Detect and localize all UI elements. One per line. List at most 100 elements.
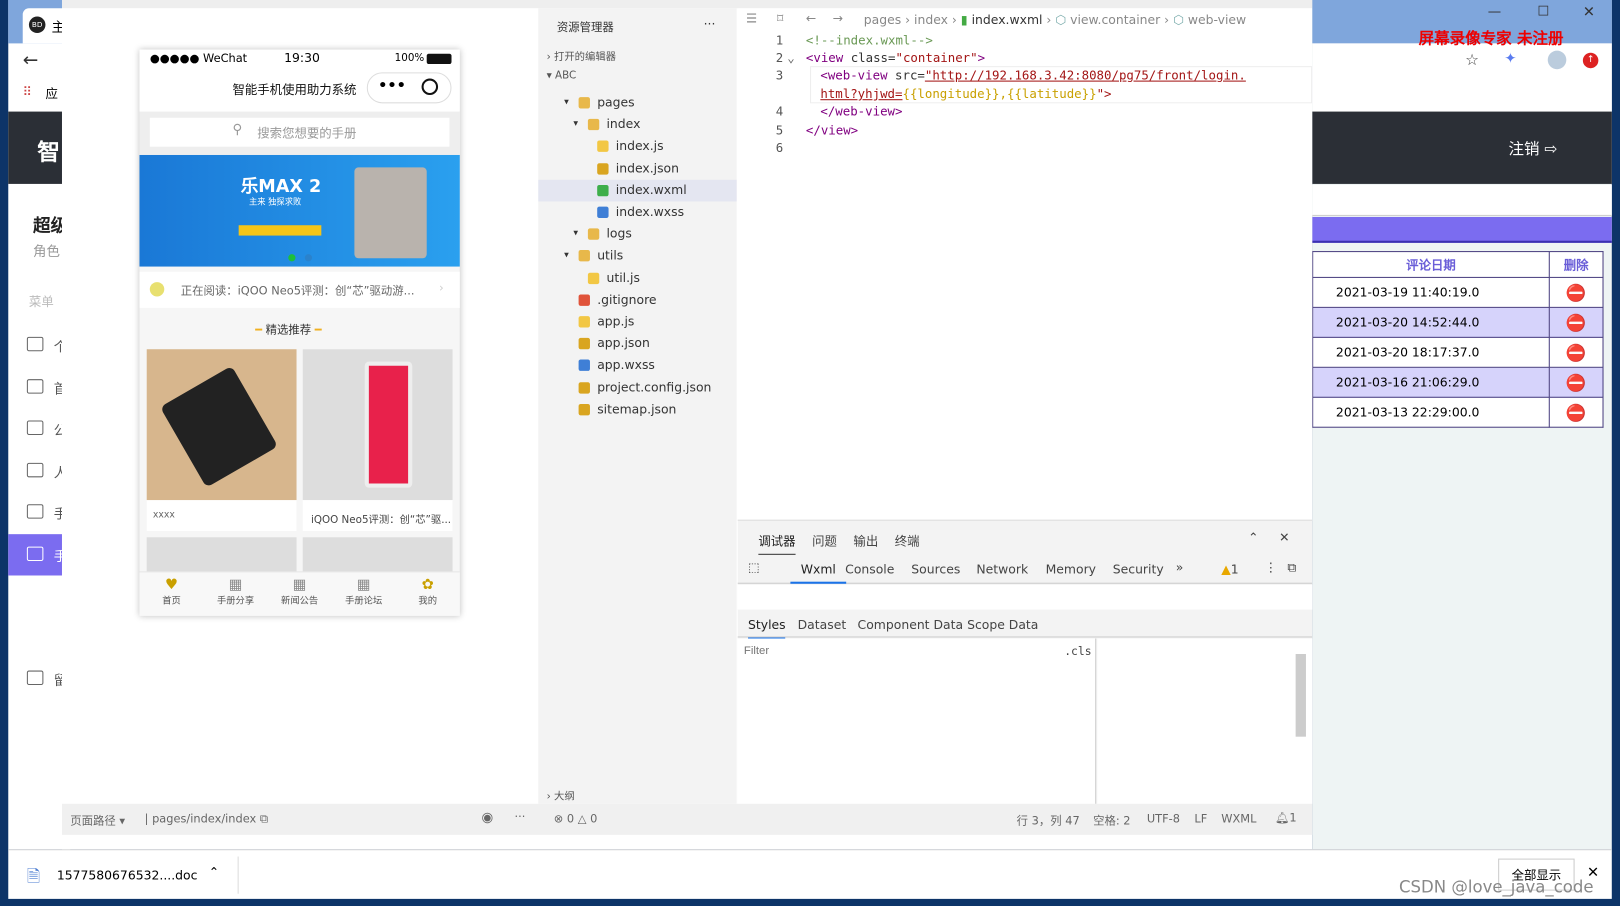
inspect-icon[interactable]: ⬚ (748, 560, 760, 574)
download-item[interactable]: 1577580676532....doc (57, 868, 198, 882)
banner[interactable]: 乐MAX 2 主来 独探求败 (139, 154, 460, 267)
code-editor[interactable]: ☰ ⌑ ← → pages › index › ▮ index.wxml › ⬡… (737, 8, 1313, 520)
bell-icon[interactable]: 🔔︎1 (1275, 811, 1297, 824)
tab-console[interactable]: Console (845, 562, 894, 576)
warning-badge[interactable]: ▲1 (1221, 562, 1238, 576)
carousel-dot[interactable] (288, 254, 296, 262)
extension-icon[interactable]: ✦ (1504, 51, 1516, 68)
carousel-dot[interactable] (304, 254, 313, 262)
tab-home[interactable]: ♥ 首页 (139, 577, 203, 607)
search-input[interactable]: ⚲ 搜索您想要的手册 (149, 117, 450, 147)
more-icon[interactable]: ••• (378, 77, 406, 94)
close-miniprogram-icon[interactable] (421, 78, 439, 96)
tab-network[interactable]: Network (976, 562, 1028, 576)
js-icon (587, 272, 600, 284)
tree-item-json[interactable]: index.json (538, 158, 736, 180)
card[interactable]: iQOO Neo5评测：创“芯”驱... (302, 349, 453, 532)
wxml-icon (597, 184, 609, 197)
kebab-icon[interactable]: ⋮ (1265, 560, 1277, 574)
tab-styles[interactable]: Styles (748, 618, 786, 640)
close-icon[interactable]: ✕ (1279, 530, 1289, 544)
tab-sources[interactable]: Sources (911, 562, 960, 576)
scrollbar[interactable] (1295, 654, 1306, 737)
collapse-icon[interactable]: ⌃ (1248, 530, 1258, 544)
tree-item-git[interactable]: .gitignore (538, 289, 736, 311)
tab-dataset[interactable]: Dataset (798, 618, 847, 632)
back-icon[interactable]: ← (23, 50, 39, 72)
avatar[interactable] (1547, 50, 1567, 70)
tree-item-wxss[interactable]: app.wxss (538, 355, 736, 377)
tab-share[interactable]: ▦ 手册分享 (204, 577, 268, 607)
tab-component-data[interactable]: Component Data (858, 618, 964, 632)
reading-bar[interactable]: 正在阅读：iQOO Neo5评测：创“芯”驱动游... › (139, 271, 460, 308)
chevron-up-icon[interactable]: ⌃ (209, 865, 219, 879)
tab-memory[interactable]: Memory (1046, 562, 1096, 576)
undock-icon[interactable]: ⧉ (1287, 560, 1296, 575)
outline-section[interactable]: › 大纲 (547, 787, 575, 802)
delete-icon[interactable]: ⛔ (1548, 396, 1604, 428)
folder-icon (578, 250, 590, 262)
page-path-dropdown[interactable]: 页面路径 ▾ (70, 812, 125, 829)
bookmark-icon[interactable]: ⌑ (777, 11, 783, 25)
more-button[interactable]: ··· (704, 17, 716, 31)
chevron-icon[interactable]: ▾ (564, 245, 569, 267)
delete-icon[interactable]: ⛔ (1548, 276, 1604, 308)
fold-chevron-icon[interactable]: ⌄ (787, 51, 794, 65)
cls-button[interactable]: .cls (1064, 645, 1091, 658)
search-icon: ⚲ (232, 121, 243, 138)
project-section[interactable]: ▾ ABC (547, 70, 577, 81)
tab-security[interactable]: Security (1113, 562, 1164, 576)
tree-item-js[interactable]: index.js (538, 136, 736, 158)
minimize-icon[interactable]: — (1488, 4, 1501, 19)
more-tabs-button[interactable]: » (1176, 560, 1184, 574)
tab-mine[interactable]: ✿ 我的 (396, 577, 460, 607)
delete-icon[interactable]: ⛔ (1548, 336, 1604, 368)
open-editors-section[interactable]: › 打开的编辑器 (547, 48, 616, 63)
outline-icon[interactable]: ☰ (746, 11, 757, 25)
styles-filter-input[interactable] (739, 640, 1052, 662)
tree-item-js[interactable]: util.js (538, 267, 736, 289)
delete-icon[interactable]: ⛔ (1548, 366, 1604, 398)
apps-icon[interactable]: ⠿ (23, 85, 32, 99)
tree-item-json[interactable]: project.config.json (538, 377, 736, 399)
simulator: ●●●●● WeChat 19:30 100% 智能手机使用助力系统 ••• ⚲… (61, 8, 539, 804)
tree-item-folder[interactable]: ▾ logs (538, 223, 736, 245)
chevron-icon[interactable]: ▾ (573, 114, 578, 136)
chevron-icon[interactable]: ▾ (573, 223, 578, 245)
table-row: 2021-03-20 18:17:37.0 ⛔ (1312, 336, 1604, 368)
tab-forum[interactable]: ▦ 手册论坛 (332, 577, 396, 607)
tree-item-wxml[interactable]: index.wxml (538, 179, 737, 202)
chevron-icon[interactable]: ▾ (564, 92, 569, 114)
tab-news[interactable]: ▦ 新闻公告 (268, 577, 332, 607)
tree-item-folder[interactable]: ▾ utils (538, 245, 736, 267)
tab-problems[interactable]: 问题 (812, 532, 837, 550)
json-icon (578, 381, 590, 394)
tree-item-folder[interactable]: ▾ index (538, 114, 736, 136)
tree-item-js[interactable]: app.js (538, 311, 736, 333)
card[interactable]: xxxx (146, 349, 297, 532)
star-icon[interactable]: ☆ (1465, 51, 1479, 70)
tab-terminal[interactable]: 终端 (895, 532, 920, 550)
tree-item-json[interactable]: sitemap.json (538, 399, 736, 421)
table-row: 2021-03-13 22:29:00.0 ⛔ (1312, 396, 1604, 428)
close-icon[interactable]: ✕ (1583, 4, 1595, 21)
preview-eye-icon[interactable]: ◉ (481, 810, 493, 825)
admin-header: 注销 ⇨ (1312, 111, 1612, 184)
card-image (302, 349, 453, 501)
tree-item-json[interactable]: app.json (538, 333, 736, 355)
tab-debugger[interactable]: 调试器 (758, 532, 796, 555)
logout-button[interactable]: 注销 ⇨ (1508, 137, 1557, 159)
delete-icon[interactable]: ⛔ (1548, 306, 1604, 338)
tab-wxml[interactable]: Wxml (790, 562, 847, 584)
problems-counter[interactable]: ⊗ 0 △ 0 (554, 812, 598, 825)
more-icon[interactable]: ··· (515, 810, 526, 823)
tree-item-folder[interactable]: ▾ pages (538, 92, 736, 114)
tab-output[interactable]: 输出 (853, 532, 878, 550)
forward-icon[interactable]: → (833, 11, 843, 25)
maximize-icon[interactable]: ☐ (1537, 4, 1549, 19)
update-icon[interactable]: ↑ (1582, 52, 1599, 69)
tab-scope-data[interactable]: Scope Data (967, 618, 1038, 632)
tree-item-wxss[interactable]: index.wxss (538, 201, 736, 223)
back-icon[interactable]: ← (806, 11, 816, 25)
capsule-menu[interactable]: ••• (366, 72, 452, 104)
